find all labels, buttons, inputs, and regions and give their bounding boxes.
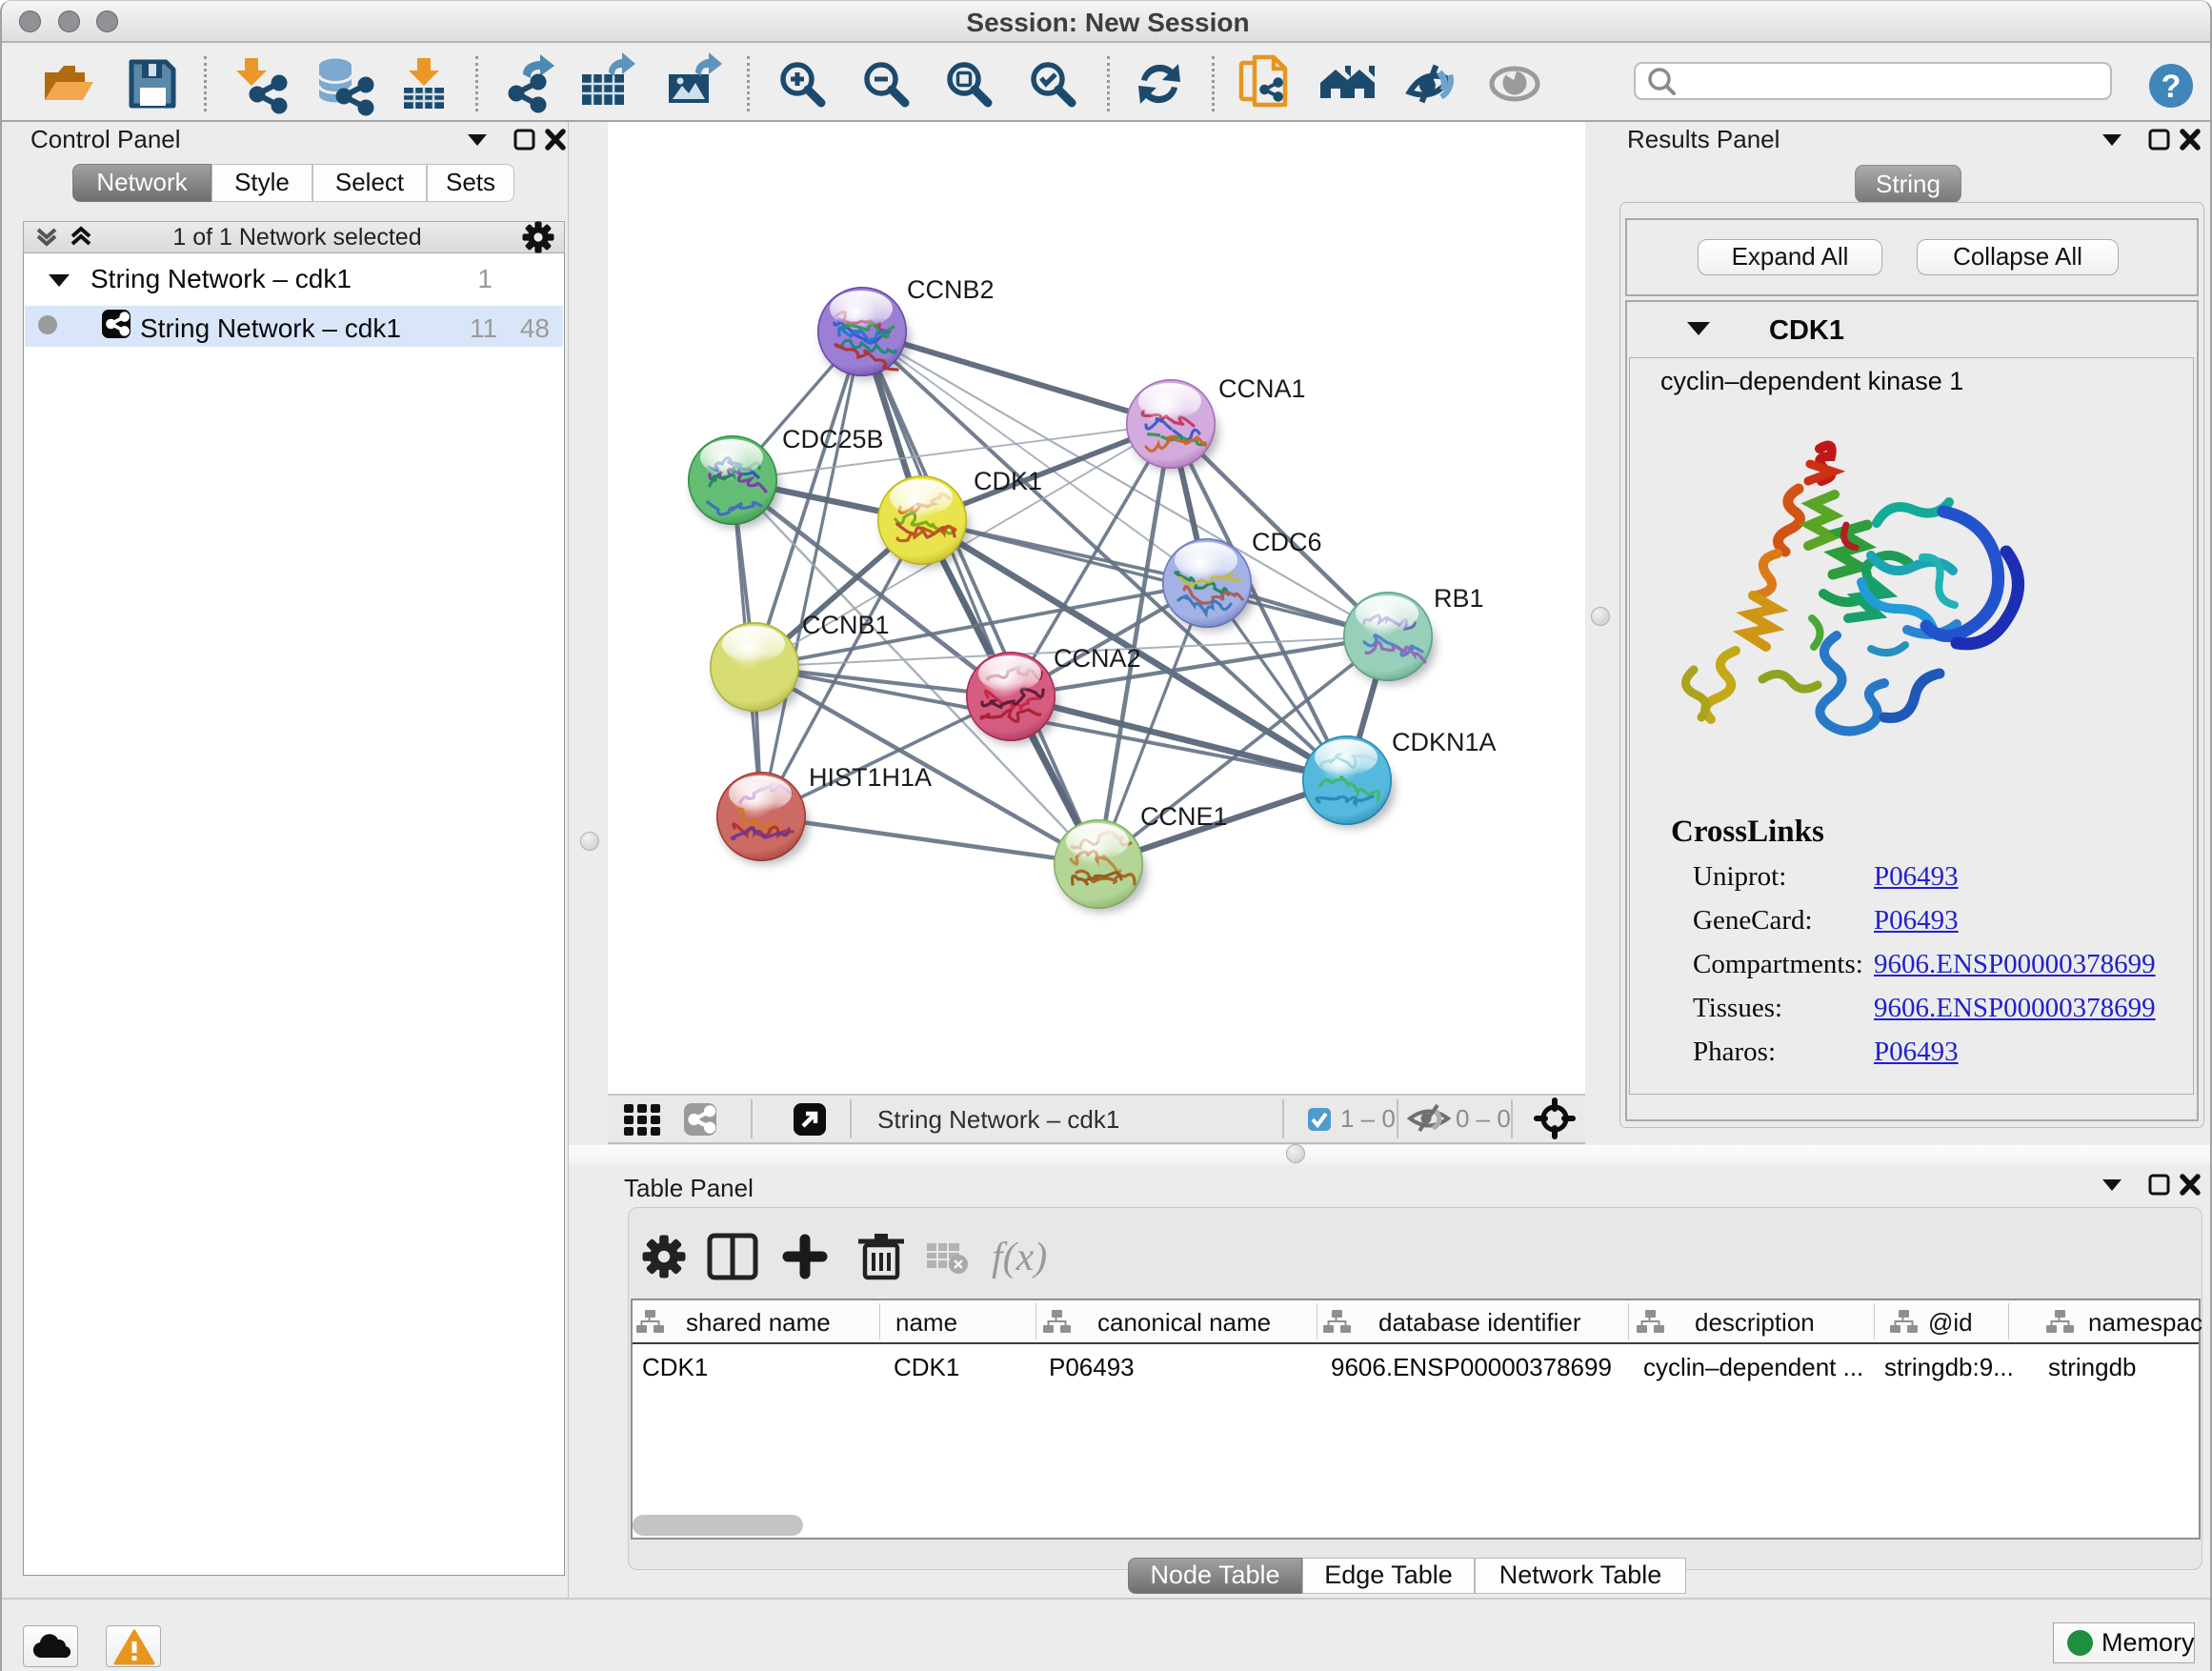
svg-text:String Network – cdk1: String Network – cdk1 [877, 1105, 1119, 1134]
svg-text:0 – 0: 0 – 0 [1456, 1104, 1511, 1133]
svg-text:CDKN1A: CDKN1A [1392, 728, 1497, 756]
svg-text:f(x): f(x) [992, 1236, 1047, 1279]
svg-text:CDK1: CDK1 [974, 467, 1042, 495]
svg-text:CCNA2: CCNA2 [1054, 644, 1141, 673]
svg-text:?: ? [2162, 69, 2182, 105]
svg-text:CDC6: CDC6 [1252, 528, 1322, 556]
svg-text:HIST1H1A: HIST1H1A [809, 763, 932, 792]
svg-text:1 – 0: 1 – 0 [1340, 1104, 1396, 1133]
svg-text:CDC25B: CDC25B [782, 425, 884, 453]
svg-text:CCNB2: CCNB2 [907, 275, 995, 304]
svg-text:CCNB1: CCNB1 [802, 611, 890, 639]
svg-text:RB1: RB1 [1434, 584, 1484, 613]
svg-text:CCNE1: CCNE1 [1140, 802, 1228, 831]
svg-text:CCNA1: CCNA1 [1218, 374, 1306, 403]
